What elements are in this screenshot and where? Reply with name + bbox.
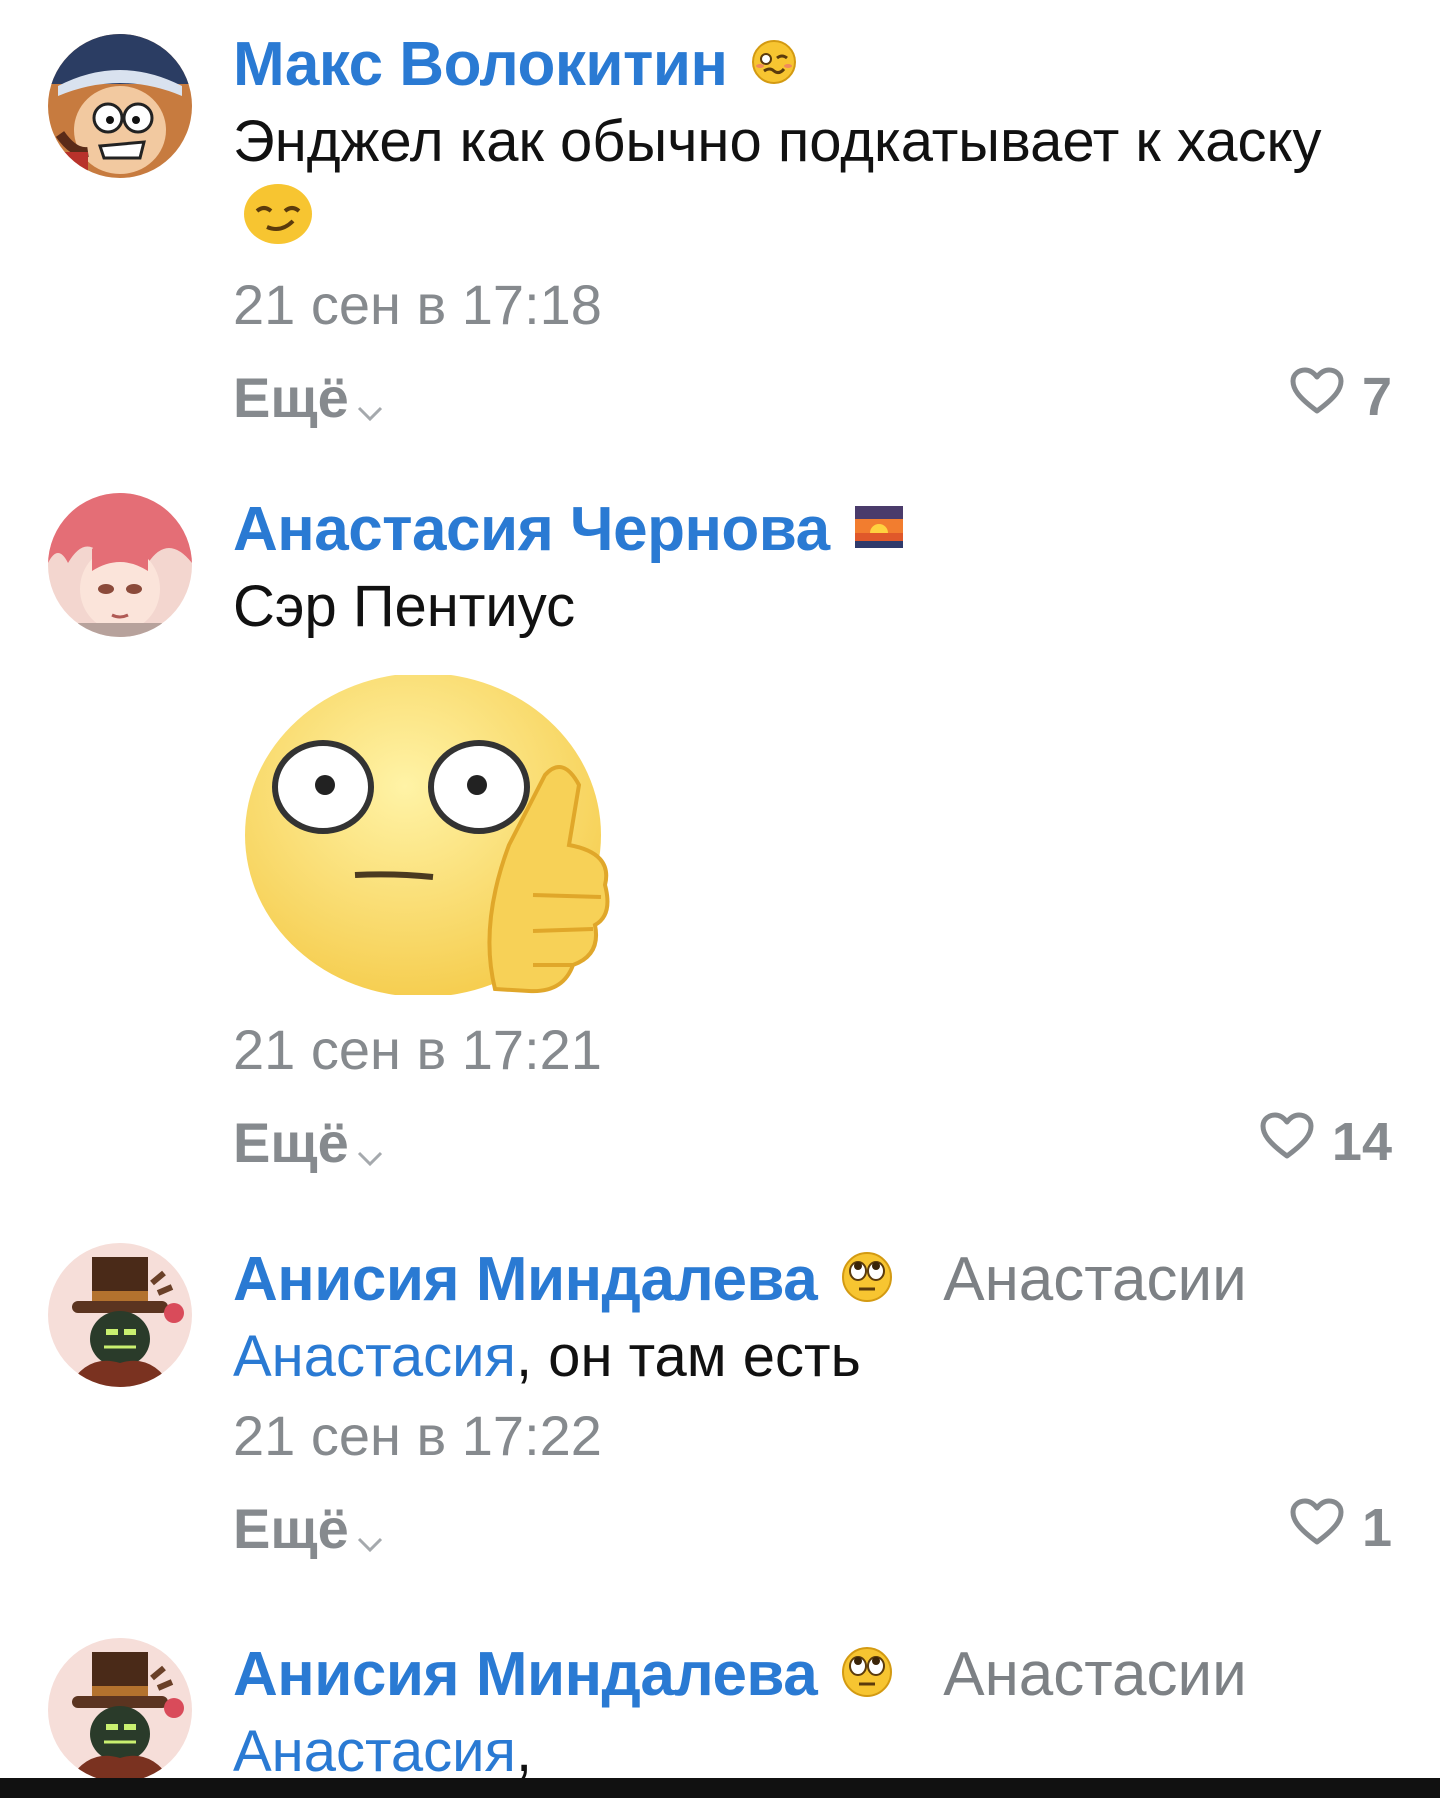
more-button[interactable]: Ещё xyxy=(233,1491,383,1566)
like-button[interactable]: 14 xyxy=(1260,1111,1392,1173)
author-name[interactable]: Анастасия Чернова xyxy=(233,494,830,565)
thumbs-up-smiley-sticker[interactable] xyxy=(233,675,633,995)
smirking-face-icon xyxy=(243,183,313,264)
chevron-down-icon xyxy=(357,370,383,435)
reply-to-name[interactable]: Анастасии xyxy=(943,1244,1247,1315)
heart-icon xyxy=(1290,1497,1344,1559)
comment-text: Энджел как обычно подкатывает к хаску xyxy=(233,104,1392,264)
comment-date: 21 сен в 17:18 xyxy=(233,273,602,336)
author-name[interactable]: Макс Волокитин xyxy=(233,29,728,100)
sunset-icon xyxy=(854,505,904,554)
reply-to-name[interactable]: Анастасии xyxy=(943,1639,1247,1710)
heart-icon xyxy=(1290,366,1344,428)
heart-icon xyxy=(1260,1111,1314,1173)
chevron-down-icon xyxy=(357,1501,383,1566)
like-count: 7 xyxy=(1361,367,1392,427)
more-button[interactable]: Ещё xyxy=(233,1105,383,1180)
comment-date: 21 сен в 17:22 xyxy=(233,1404,602,1467)
comment-text: Анастасия, он там есть xyxy=(233,1324,861,1389)
like-button[interactable]: 1 xyxy=(1290,1497,1392,1559)
comment-date: 21 сен в 17:21 xyxy=(233,1018,602,1081)
more-label: Ещё xyxy=(233,366,349,429)
author-name[interactable]: Анисия Миндалева xyxy=(233,1244,818,1315)
rolling-eyes-icon xyxy=(841,1646,893,1703)
avatar[interactable] xyxy=(48,1638,192,1782)
bottom-edge xyxy=(0,1778,1440,1798)
avatar[interactable] xyxy=(48,493,192,637)
mention-link[interactable]: Анастасия xyxy=(233,1324,516,1389)
chevron-down-icon xyxy=(357,1115,383,1180)
comment-text: Сэр Пентиус xyxy=(233,574,576,639)
rolling-eyes-icon xyxy=(841,1251,893,1308)
avatar[interactable] xyxy=(48,1243,192,1387)
author-name[interactable]: Анисия Миндалева xyxy=(233,1639,818,1710)
mention-link[interactable]: Анастасия xyxy=(233,1719,516,1784)
like-count: 14 xyxy=(1331,1112,1392,1172)
more-label: Ещё xyxy=(233,1111,349,1174)
more-button[interactable]: Ещё xyxy=(233,360,383,435)
more-label: Ещё xyxy=(233,1497,349,1560)
woozy-face-icon xyxy=(751,39,797,90)
like-button[interactable]: 7 xyxy=(1290,366,1392,428)
avatar[interactable] xyxy=(48,34,192,178)
like-count: 1 xyxy=(1361,1498,1392,1558)
